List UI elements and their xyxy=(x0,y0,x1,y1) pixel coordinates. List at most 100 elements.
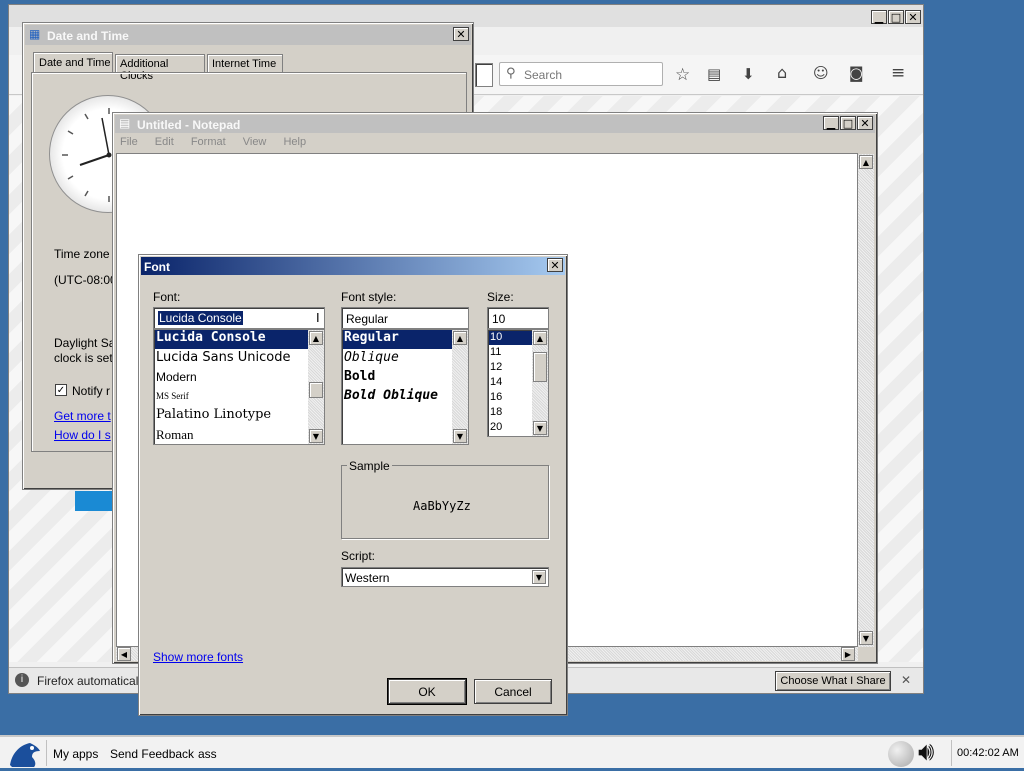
network-globe-icon[interactable] xyxy=(888,741,914,767)
search-icon: ⚲ xyxy=(506,66,516,81)
font-list-scroll-down-arrow[interactable]: ▼ xyxy=(309,429,323,443)
size-label: Size: xyxy=(487,290,514,304)
notepad-close-button[interactable]: ✕ xyxy=(857,116,873,130)
download-icon[interactable]: ⬇ xyxy=(742,65,755,83)
notepad-scroll-down-arrow[interactable]: ▼ xyxy=(859,631,873,645)
firefox-maximize-button[interactable]: □ xyxy=(888,10,904,24)
notepad-minimize-button[interactable]: ▁ xyxy=(823,116,839,130)
size-list-item-14[interactable]: 14 xyxy=(489,376,532,388)
notepad-maximize-button[interactable]: □ xyxy=(840,116,856,130)
style-list-scroll-down-arrow[interactable]: ▼ xyxy=(453,429,467,443)
font-list-item-ms-serif[interactable]: MS Serif xyxy=(155,391,308,401)
get-more-link[interactable]: Get more t xyxy=(54,409,111,423)
size-list-item-11[interactable]: 11 xyxy=(489,346,532,358)
volume-speaker-icon[interactable]: 🔊︎ xyxy=(918,737,934,768)
notepad-window-icon: ▤ xyxy=(119,116,131,130)
datetime-close-button[interactable]: ✕ xyxy=(453,27,469,41)
reading-list-icon[interactable]: ▤ xyxy=(707,65,721,83)
font-style-list[interactable]: Regular Oblique Bold Bold Oblique ▲ ▼ xyxy=(341,329,469,445)
menu-help[interactable]: Help xyxy=(283,136,306,148)
font-list-scroll-up-arrow[interactable]: ▲ xyxy=(309,331,323,345)
sample-label: Sample xyxy=(347,459,392,473)
choose-what-i-share-button[interactable]: Choose What I Share xyxy=(775,671,891,691)
notepad-vertical-scrollbar[interactable] xyxy=(858,154,874,647)
datetime-titlebar: ▦ Date and Time xyxy=(25,25,471,45)
pocket-icon[interactable]: ◙ xyxy=(849,64,864,82)
taskbar-ass[interactable]: ass xyxy=(198,747,217,761)
font-list-item-modern[interactable]: Modern xyxy=(155,370,308,384)
font-style-input[interactable]: Regular xyxy=(341,307,469,329)
notepad-titlebar: ▤ Untitled - Notepad xyxy=(115,115,875,133)
style-list-item-bold-oblique[interactable]: Bold Oblique xyxy=(343,388,452,403)
tab-date-and-time[interactable]: Date and Time xyxy=(33,52,113,72)
size-list-item-16[interactable]: 16 xyxy=(489,391,532,403)
menu-format[interactable]: Format xyxy=(191,136,226,148)
notify-label: Notify r xyxy=(72,384,111,398)
hamburger-menu-icon[interactable]: ≡ xyxy=(891,63,905,83)
size-list-scroll-thumb[interactable] xyxy=(533,352,547,382)
size-list-item-12[interactable]: 12 xyxy=(489,361,532,373)
script-select[interactable]: Western ▼ xyxy=(341,567,549,587)
size-list[interactable]: 10 11 12 14 16 18 20 ▲ ▼ xyxy=(487,329,549,437)
font-style-input-text: Regular xyxy=(346,312,389,326)
menu-edit[interactable]: Edit xyxy=(155,136,174,148)
taskbar-my-apps[interactable]: My apps xyxy=(53,747,98,761)
script-label: Script: xyxy=(341,549,376,563)
style-list-item-regular[interactable]: Regular xyxy=(343,330,452,349)
taskbar-send-feedback[interactable]: Send Feedback xyxy=(110,747,194,761)
datetime-window-icon: ▦ xyxy=(29,27,41,41)
notify-checkbox[interactable]: ✓ xyxy=(55,384,67,396)
font-name-input[interactable]: Lucida Console I xyxy=(153,307,325,329)
font-list-item-lucida-console[interactable]: Lucida Console xyxy=(155,330,308,349)
notification-close-icon[interactable]: ✕ xyxy=(901,673,911,687)
tab-internet-time[interactable]: Internet Time xyxy=(207,54,283,72)
font-style-label: Font style: xyxy=(341,290,397,304)
sample-text: AaBbYyZz xyxy=(413,499,471,513)
firefox-url-edge[interactable] xyxy=(475,63,493,87)
tab-additional-clocks[interactable]: Additional Clocks xyxy=(115,54,205,82)
search-placeholder: Search xyxy=(524,68,563,82)
show-more-fonts-link[interactable]: Show more fonts xyxy=(153,650,243,664)
font-list-item-roman[interactable]: Roman xyxy=(155,427,308,443)
script-dropdown-arrow-icon[interactable]: ▼ xyxy=(532,570,546,584)
notification-text: Firefox automatically xyxy=(37,674,148,688)
firefox-minimize-button[interactable]: ▁ xyxy=(871,10,887,24)
feedback-smiley-icon[interactable]: ☺ xyxy=(813,64,829,82)
size-list-item-20[interactable]: 20 xyxy=(489,421,532,433)
size-list-item-10[interactable]: 10 xyxy=(489,331,532,345)
size-list-item-18[interactable]: 18 xyxy=(489,406,532,418)
size-list-scroll-up-arrow[interactable]: ▲ xyxy=(533,331,547,345)
daylight-text-line1: Daylight Sa xyxy=(54,336,116,350)
notepad-scroll-left-arrow[interactable]: ◀ xyxy=(117,647,131,661)
style-list-scroll-up-arrow[interactable]: ▲ xyxy=(453,331,467,345)
menu-file[interactable]: File xyxy=(120,136,138,148)
menu-view[interactable]: View xyxy=(243,136,267,148)
datetime-blue-button-edge[interactable] xyxy=(75,491,115,511)
font-list-item-lucida-sans-unicode[interactable]: Lucida Sans Unicode xyxy=(155,350,308,365)
timezone-value: (UTC-08:00 xyxy=(54,273,117,287)
ok-button[interactable]: OK xyxy=(388,679,466,704)
font-name-list[interactable]: Lucida Console Lucida Sans Unicode Moder… xyxy=(153,329,325,445)
cancel-button[interactable]: Cancel xyxy=(474,679,552,704)
datetime-title: Date and Time xyxy=(47,29,129,43)
bookmark-star-icon[interactable]: ☆ xyxy=(675,65,690,85)
size-input[interactable]: 10 xyxy=(487,307,549,329)
firefox-search-box[interactable]: ⚲ Search xyxy=(499,62,663,86)
font-list-item-palatino-linotype[interactable]: Palatino Linotype xyxy=(155,407,308,422)
start-logo-icon[interactable] xyxy=(6,739,42,768)
notepad-menubar: File Edit Format View Help xyxy=(120,136,320,152)
size-input-text: 10 xyxy=(492,312,506,326)
notepad-scroll-right-arrow[interactable]: ▶ xyxy=(841,647,855,661)
size-list-scroll-down-arrow[interactable]: ▼ xyxy=(533,421,547,435)
firefox-close-button[interactable]: ✕ xyxy=(905,10,921,24)
home-icon[interactable]: ⌂ xyxy=(777,63,787,82)
daylight-text-line2: clock is set xyxy=(54,351,113,365)
font-list-scroll-thumb[interactable] xyxy=(309,382,323,398)
how-do-i-link[interactable]: How do I s xyxy=(54,428,111,442)
style-list-scrollbar[interactable] xyxy=(452,330,468,444)
timezone-label: Time zone xyxy=(54,247,110,261)
font-dialog-close-button[interactable]: ✕ xyxy=(547,258,563,272)
notepad-scroll-up-arrow[interactable]: ▲ xyxy=(859,155,873,169)
style-list-item-oblique[interactable]: Oblique xyxy=(343,350,452,365)
style-list-item-bold[interactable]: Bold xyxy=(343,369,452,384)
